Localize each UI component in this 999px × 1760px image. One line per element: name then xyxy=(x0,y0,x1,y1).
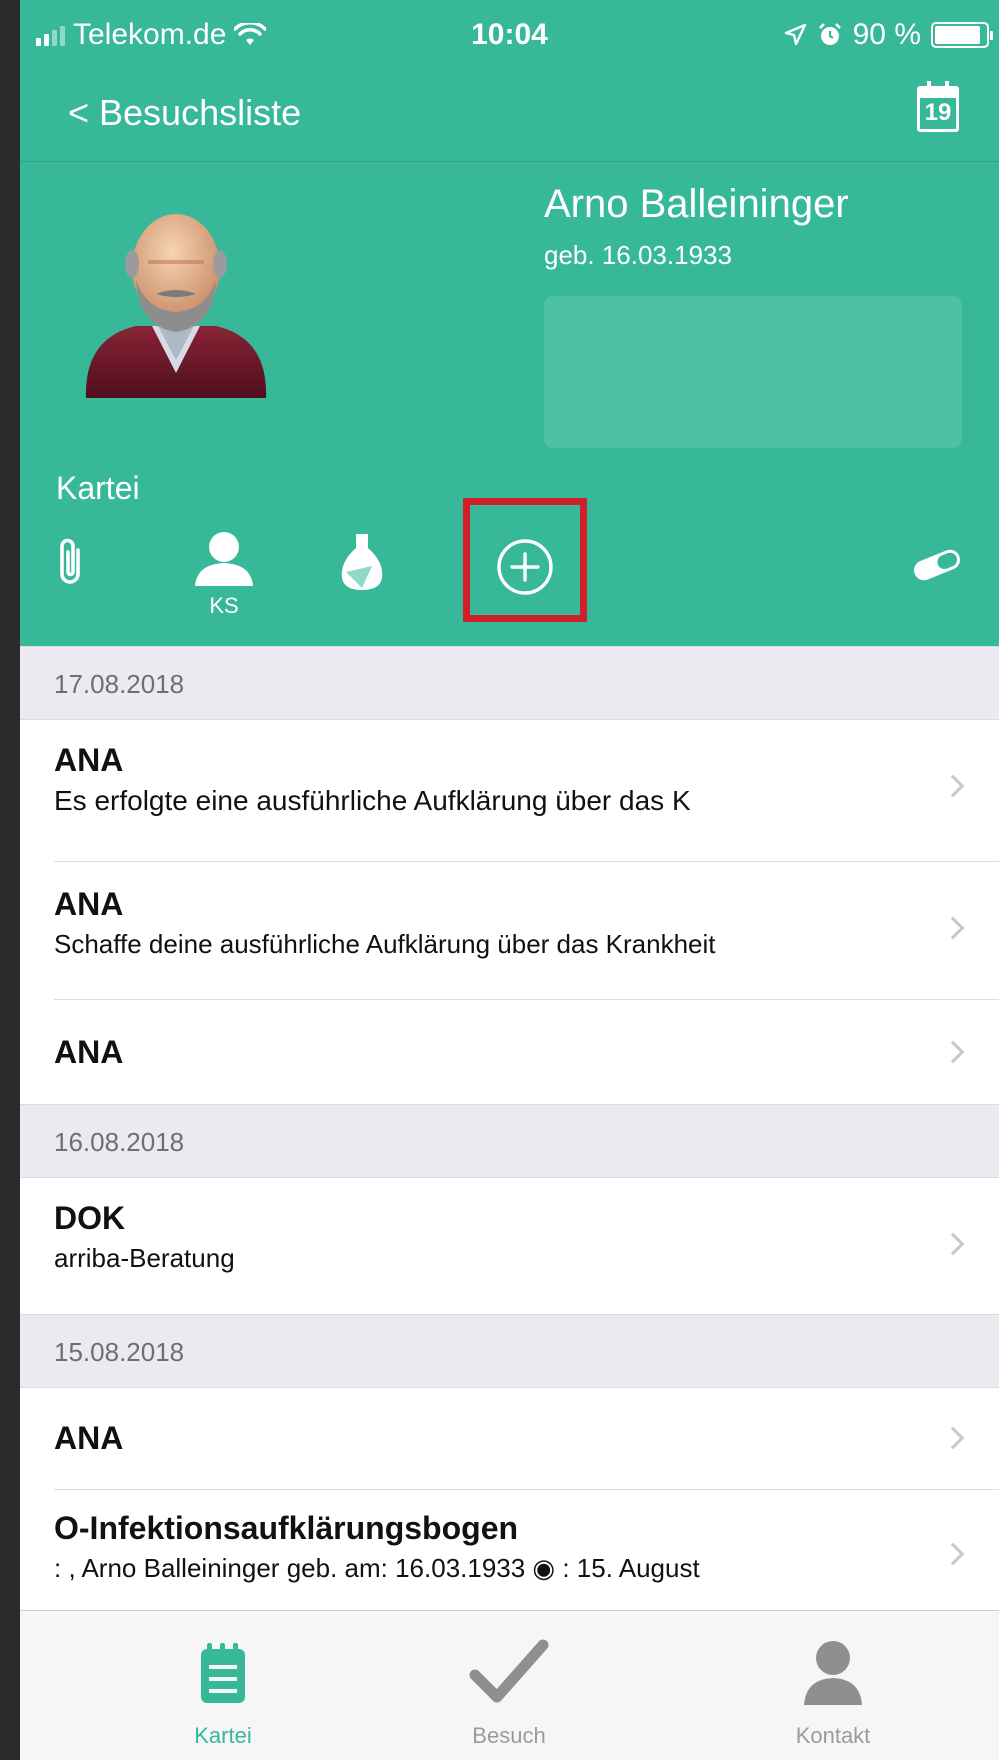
contact-person-button[interactable]: KS xyxy=(186,530,262,619)
patient-avatar xyxy=(85,214,267,398)
tab-kartei[interactable]: Kartei xyxy=(60,1611,386,1760)
patient-header: Telekom.de 10:04 90 % < Besuchsliste 19 … xyxy=(20,0,999,656)
flask-icon xyxy=(341,534,383,590)
tab-label: Kontakt xyxy=(795,1723,871,1748)
entry-type: ANA xyxy=(54,742,124,778)
checkmark-icon xyxy=(469,1639,549,1703)
section-label-kartei: Kartei xyxy=(56,470,140,506)
patient-info-box xyxy=(544,296,962,448)
person-icon xyxy=(804,1641,862,1705)
entry-text: Es erfolgte eine ausführliche Aufklärung… xyxy=(54,785,691,816)
status-bar: Telekom.de 10:04 90 % xyxy=(20,0,999,70)
attachment-button[interactable] xyxy=(56,536,86,593)
battery-percent: 90 % xyxy=(852,18,921,51)
tab-label: Kartei xyxy=(194,1723,252,1748)
tab-label: Besuch xyxy=(472,1723,546,1748)
app-screen: Telekom.de 10:04 90 % < Besuchsliste 19 … xyxy=(20,0,999,1760)
nav-bar: < Besuchsliste 19 xyxy=(20,70,999,162)
entry-list: 17.08.2018 ANA Es erfolgte eine ausführl… xyxy=(20,646,999,1620)
alarm-icon xyxy=(818,23,841,45)
entry-type: DOK xyxy=(54,1200,126,1236)
list-item[interactable]: ANA Es erfolgte eine ausführliche Aufklä… xyxy=(20,720,999,862)
tab-bar: Kartei Besuch Kontakt xyxy=(20,1610,999,1760)
entry-type: ANA xyxy=(54,1034,124,1070)
back-button[interactable]: < Besuchsliste xyxy=(68,92,301,134)
tab-besuch[interactable]: Besuch xyxy=(346,1611,672,1760)
pill-icon xyxy=(914,549,960,581)
location-arrow-icon xyxy=(784,23,806,46)
tab-kontakt[interactable]: Kontakt xyxy=(670,1611,996,1760)
list-item[interactable]: ANA xyxy=(20,1000,999,1104)
entry-text: arriba-Beratung xyxy=(54,1243,235,1273)
date-section-header: 17.08.2018 xyxy=(20,646,999,720)
entry-text: : , Arno Balleininger geb. am: 16.03.193… xyxy=(54,1553,700,1583)
entry-text: Schaffe deine ausführliche Aufklärung üb… xyxy=(54,929,716,959)
lab-button[interactable] xyxy=(338,532,386,597)
plus-circle-icon xyxy=(497,539,553,595)
notepad-icon xyxy=(201,1643,245,1703)
add-entry-button[interactable] xyxy=(496,538,554,601)
calendar-day: 19 xyxy=(924,99,952,126)
patient-birthdate: geb. 16.03.1933 xyxy=(544,240,732,270)
medication-button[interactable] xyxy=(909,548,965,587)
person-badge: KS xyxy=(209,593,239,618)
status-right: 90 % xyxy=(783,18,993,52)
list-item[interactable]: ANA Schaffe deine ausführliche Aufklärun… xyxy=(20,862,999,1000)
list-item[interactable]: DOK arriba-Beratung xyxy=(20,1178,999,1314)
list-item[interactable]: ANA xyxy=(20,1388,999,1490)
paperclip-icon xyxy=(60,538,80,584)
entry-type: ANA xyxy=(54,886,124,922)
entry-type: ANA xyxy=(54,1420,124,1456)
calendar-button[interactable]: 19 xyxy=(917,81,959,132)
date-section-header: 15.08.2018 xyxy=(20,1314,999,1388)
battery-icon xyxy=(931,22,993,48)
person-icon xyxy=(195,532,253,586)
list-item[interactable]: O-Infektionsaufklärungsbogen : , Arno Ba… xyxy=(20,1490,999,1620)
date-section-header: 16.08.2018 xyxy=(20,1104,999,1178)
entry-type: O-Infektionsaufklärungsbogen xyxy=(54,1510,519,1546)
patient-name: Arno Balleininger xyxy=(544,182,849,226)
